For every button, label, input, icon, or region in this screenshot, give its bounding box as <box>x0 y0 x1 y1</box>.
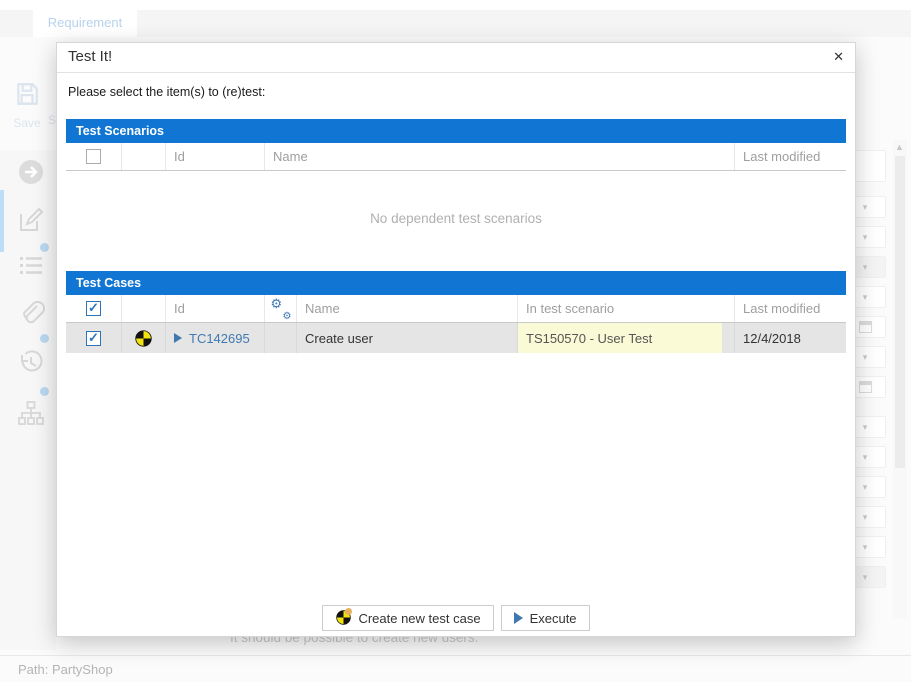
sitemap-icon[interactable] <box>17 399 45 427</box>
save-button[interactable]: Save <box>8 81 46 133</box>
sidebar-selection-indicator <box>0 190 4 252</box>
calendar-icon <box>859 321 872 333</box>
tab-strip: Requirement <box>0 10 911 37</box>
new-badge-dot <box>345 608 352 615</box>
tab-requirement[interactable]: Requirement <box>33 10 137 37</box>
select-all-scenarios-checkbox[interactable] <box>86 149 101 164</box>
test-case-row[interactable]: TC142695 Create user TS150570 - User Tes… <box>66 323 846 353</box>
col-automation[interactable]: ⚙⚙ <box>265 295 297 322</box>
arrow-right-circle-icon[interactable] <box>17 158 45 186</box>
test-case-id-link[interactable]: TC142695 <box>189 331 250 346</box>
scenario-icon-column <box>122 143 166 170</box>
test-scenarios-section-header: Test Scenarios <box>66 119 846 143</box>
list-icon[interactable] <box>17 251 45 279</box>
execute-button-label: Execute <box>530 611 577 626</box>
dialog-title: Test It! <box>68 48 112 65</box>
notification-dot <box>40 387 49 396</box>
chevron-down-icon: ▾ <box>863 203 868 212</box>
row-checkbox[interactable] <box>86 331 101 346</box>
chevron-down-icon: ▾ <box>863 573 868 582</box>
path-label: Path: PartyShop <box>18 662 113 677</box>
paperclip-icon[interactable] <box>17 299 45 327</box>
vertical-scrollbar[interactable]: ▲ <box>893 140 907 618</box>
edit-icon[interactable] <box>17 206 45 234</box>
close-icon[interactable]: ✕ <box>833 49 844 65</box>
no-scenarios-message: No dependent test scenarios <box>66 211 846 226</box>
col-name[interactable]: Name <box>265 143 735 170</box>
dialog-actions: Create new test case Execute <box>57 605 855 631</box>
chevron-down-icon: ▾ <box>863 423 868 432</box>
col-id[interactable]: Id <box>166 295 265 322</box>
automation-cell <box>265 323 297 353</box>
chevron-down-icon: ▾ <box>863 353 868 362</box>
in-test-scenario-cell: TS150570 - User Test <box>518 323 735 353</box>
left-sidebar <box>0 150 56 650</box>
select-all-cases-checkbox[interactable] <box>86 301 101 316</box>
scrollbar-up-icon[interactable]: ▲ <box>895 142 904 152</box>
col-last-modified[interactable]: Last modified <box>735 295 846 322</box>
create-new-test-case-button[interactable]: Create new test case <box>322 605 493 631</box>
expand-arrow-icon[interactable] <box>174 333 182 343</box>
execute-button[interactable]: Execute <box>501 605 590 631</box>
status-bar: Path: PartyShop <box>0 655 911 682</box>
partially-hidden-button-label: S <box>48 113 56 127</box>
chevron-down-icon: ▾ <box>863 543 868 552</box>
last-modified-cell: 12/4/2018 <box>735 323 846 353</box>
test-cases-header-row: Id ⚙⚙ Name In test scenario Last modifie… <box>66 295 846 323</box>
notification-dot <box>40 334 49 343</box>
chevron-down-icon: ▾ <box>863 293 868 302</box>
new-test-case-icon <box>335 610 351 626</box>
test-cases-section-header: Test Cases <box>66 271 846 295</box>
chevron-down-icon: ▾ <box>863 483 868 492</box>
test-case-name: Create user <box>297 323 518 353</box>
gears-icon: ⚙⚙ <box>272 300 290 318</box>
chevron-down-icon: ▾ <box>863 513 868 522</box>
save-label: Save <box>8 116 46 130</box>
notification-dot <box>40 243 49 252</box>
test-scenarios-header-row: Id Name Last modified <box>66 143 846 171</box>
test-case-dummy-icon <box>135 330 152 347</box>
floppy-save-icon <box>14 81 40 107</box>
col-id[interactable]: Id <box>166 143 265 170</box>
scrollbar-thumb[interactable] <box>895 156 905 468</box>
dialog-prompt: Please select the item(s) to (re)test: <box>68 85 265 99</box>
col-name[interactable]: Name <box>297 295 518 322</box>
dialog-title-bar: Test It! ✕ <box>57 43 855 73</box>
col-last-modified[interactable]: Last modified <box>735 143 846 170</box>
chevron-down-icon: ▾ <box>863 453 868 462</box>
execute-play-icon <box>514 612 523 624</box>
case-icon-column <box>122 295 166 322</box>
scenario-highlight: TS150570 - User Test <box>518 323 722 353</box>
chevron-down-icon: ▾ <box>863 263 868 272</box>
history-icon[interactable] <box>17 348 45 376</box>
col-in-test-scenario[interactable]: In test scenario <box>518 295 735 322</box>
create-button-label: Create new test case <box>358 611 480 626</box>
calendar-icon <box>859 381 872 393</box>
chevron-down-icon: ▾ <box>863 233 868 242</box>
test-it-dialog: Test It! ✕ Please select the item(s) to … <box>56 42 856 637</box>
